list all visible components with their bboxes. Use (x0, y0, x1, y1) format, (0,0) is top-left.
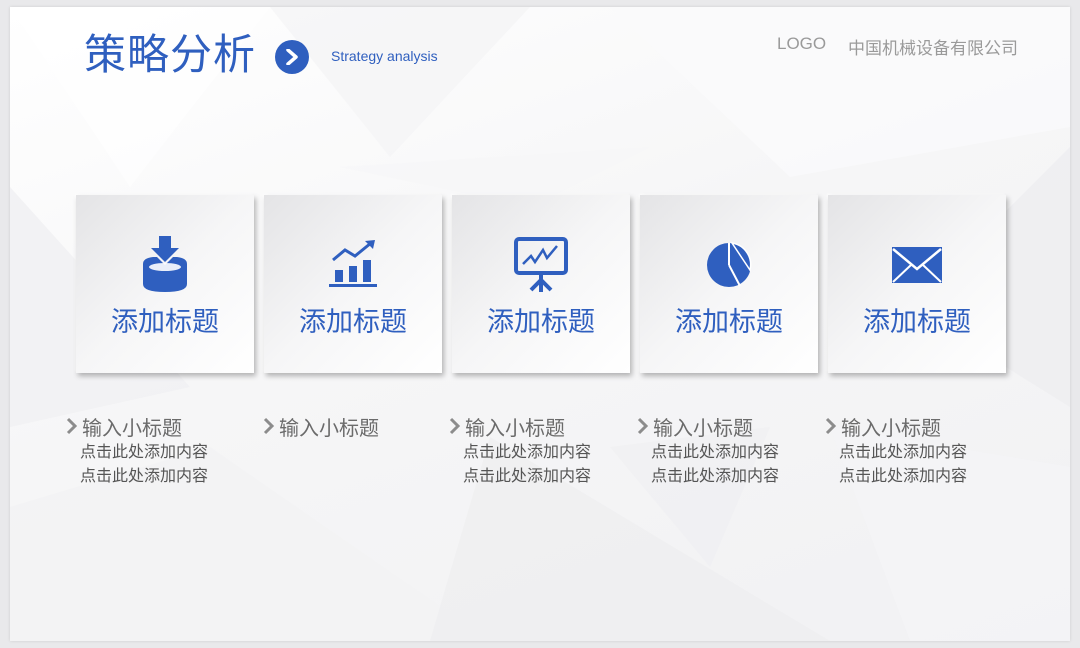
content-line[interactable]: 点击此处添加内容 (64, 440, 264, 464)
content-line[interactable]: 点击此处添加内容 (447, 464, 647, 488)
company-name: 中国机械设备有限公司 (848, 39, 1018, 59)
content-line[interactable]: 点击此处添加内容 (635, 464, 835, 488)
content-line[interactable]: 点击此处添加内容 (447, 440, 647, 464)
column-subtitle: 输入小标题 (653, 415, 753, 440)
chevron-right-icon (449, 417, 461, 435)
card-title: 添加标题 (299, 307, 407, 338)
presentation-board-icon (511, 235, 571, 295)
card-title: 添加标题 (111, 307, 219, 338)
next-arrow-button[interactable] (275, 40, 309, 74)
column-5: 输入小标题 点击此处添加内容 点击此处添加内容 (823, 412, 1023, 488)
content-line[interactable]: 点击此处添加内容 (823, 464, 1023, 488)
column-subtitle-row: 输入小标题 (823, 412, 1023, 440)
column-subtitle: 输入小标题 (279, 415, 379, 440)
column-4: 输入小标题 点击此处添加内容 点击此处添加内容 (635, 412, 835, 488)
envelope-icon (887, 235, 947, 295)
column-subtitle-row: 输入小标题 (261, 412, 461, 440)
column-subtitle: 输入小标题 (841, 415, 941, 440)
column-subtitle: 输入小标题 (465, 415, 565, 440)
card-1[interactable]: 添加标题 (76, 195, 254, 373)
column-subtitle: 输入小标题 (82, 415, 182, 440)
content-line[interactable]: 点击此处添加内容 (64, 464, 264, 488)
column-subtitle-row: 输入小标题 (64, 412, 264, 440)
card-title: 添加标题 (487, 307, 595, 338)
card-4[interactable]: 添加标题 (640, 195, 818, 373)
bar-chart-growth-icon (323, 235, 383, 295)
slide: 策略分析 Strategy analysis LOGO 中国机械设备有限公司 添… (10, 7, 1070, 641)
card-2[interactable]: 添加标题 (264, 195, 442, 373)
column-subtitle-row: 输入小标题 (447, 412, 647, 440)
column-2: 输入小标题 (261, 412, 461, 440)
column-subtitle-row: 输入小标题 (635, 412, 835, 440)
page-subtitle: Strategy analysis (331, 48, 438, 64)
page-title: 策略分析 (84, 30, 257, 79)
chevron-right-icon (66, 417, 78, 435)
card-title: 添加标题 (675, 307, 783, 338)
card-3[interactable]: 添加标题 (452, 195, 630, 373)
column-1: 输入小标题 点击此处添加内容 点击此处添加内容 (64, 412, 264, 488)
chevron-right-icon (286, 49, 298, 65)
pie-chart-icon (699, 235, 759, 295)
chevron-right-icon (825, 417, 837, 435)
content-line[interactable]: 点击此处添加内容 (635, 440, 835, 464)
card-title: 添加标题 (863, 307, 971, 338)
card-5[interactable]: 添加标题 (828, 195, 1006, 373)
logo-text: LOGO (777, 34, 827, 53)
column-3: 输入小标题 点击此处添加内容 点击此处添加内容 (447, 412, 647, 488)
chevron-right-icon (637, 417, 649, 435)
content-line[interactable]: 点击此处添加内容 (823, 440, 1023, 464)
download-tray-icon (135, 235, 195, 295)
chevron-right-icon (263, 417, 275, 435)
